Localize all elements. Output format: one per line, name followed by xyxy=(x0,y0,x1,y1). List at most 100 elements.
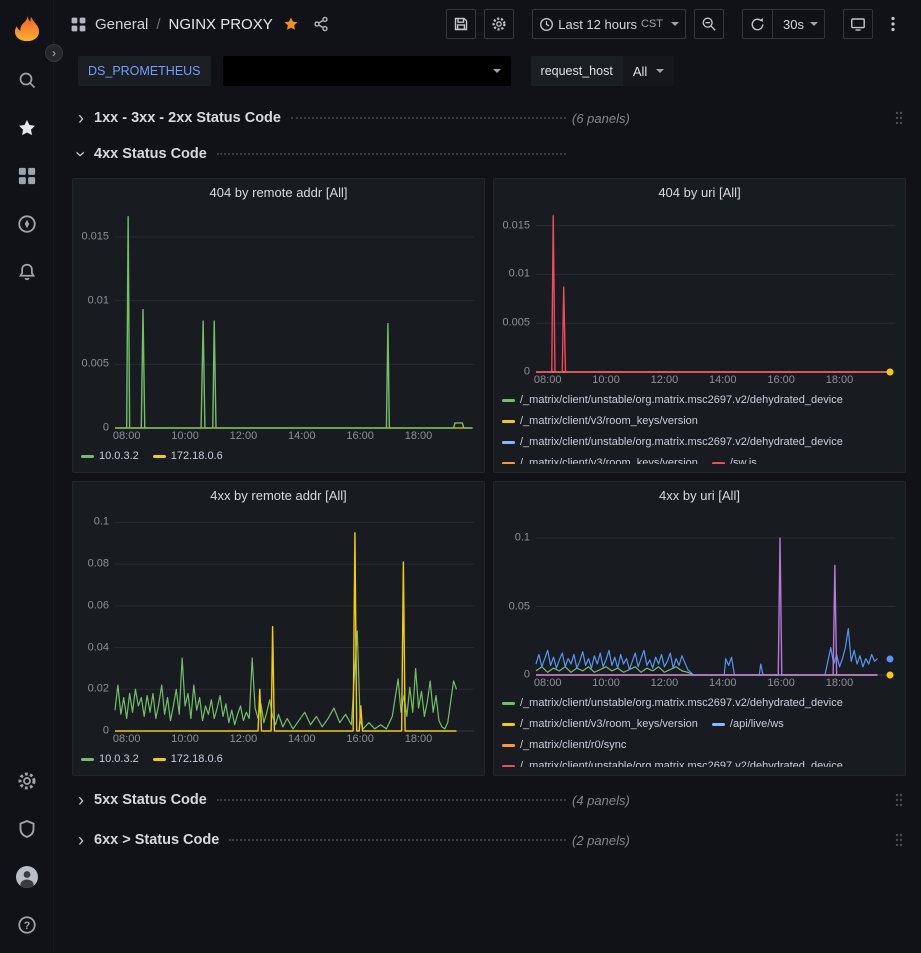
chevron-down-icon xyxy=(671,22,679,26)
sidebar-item-settings[interactable] xyxy=(0,759,53,803)
refresh-controls: 30s xyxy=(742,9,825,39)
datasource-variable-select[interactable] xyxy=(223,56,511,86)
top-toolbar: General / NGINX PROXY xyxy=(54,0,921,48)
chart-canvas[interactable] xyxy=(536,512,895,675)
legend-swatch-icon xyxy=(502,702,515,705)
legend-item[interactable]: /_matrix/client/v3/room_keys/version xyxy=(502,456,698,464)
request-host-variable-select[interactable]: All xyxy=(623,56,674,86)
gear-icon xyxy=(491,16,507,32)
y-axis: 00.020.040.060.080.1 xyxy=(79,512,115,731)
refresh-button[interactable] xyxy=(742,9,772,39)
legend-item[interactable]: /sw.js xyxy=(712,456,757,464)
row-title: 4xx Status Code xyxy=(94,146,207,162)
legend-item[interactable]: 10.0.3.2 xyxy=(81,752,139,767)
sidebar-item-alerting[interactable] xyxy=(0,250,53,294)
tv-mode-button[interactable] xyxy=(843,9,873,39)
time-range-picker[interactable]: Last 12 hours CST xyxy=(532,9,686,39)
legend-item[interactable]: /_matrix/client/unstable/org.matrix.msc2… xyxy=(502,435,843,450)
drag-handle-icon[interactable] xyxy=(892,830,906,850)
sidebar-item-dashboards[interactable] xyxy=(0,154,53,198)
legend-item[interactable]: 172.18.0.6 xyxy=(153,449,223,464)
row-panel-count: (4 panels) xyxy=(572,793,630,808)
legend-item[interactable]: 172.18.0.6 xyxy=(153,752,223,767)
chevron-right-icon: › xyxy=(72,792,90,808)
panel-title[interactable]: 404 by remote addr [All] xyxy=(73,179,484,205)
y-axis-tick: 0.1 xyxy=(515,533,530,544)
legend-item[interactable]: 10.0.3.2 xyxy=(81,449,139,464)
sidebar-item-explore[interactable] xyxy=(0,202,53,246)
expand-sidebar-button[interactable]: › xyxy=(45,44,63,62)
save-dashboard-button[interactable] xyxy=(446,9,476,39)
x-axis-tick: 12:00 xyxy=(230,431,258,442)
y-axis-tick: 0.05 xyxy=(509,601,530,612)
legend-item[interactable]: /api/live/ws xyxy=(712,717,784,732)
legend-item[interactable]: /_matrix/client/unstable/org.matrix.msc2… xyxy=(502,759,843,767)
sidebar-item-home[interactable] xyxy=(12,8,42,48)
y-axis-tick: 0 xyxy=(524,670,530,681)
chart-canvas[interactable] xyxy=(115,209,474,428)
dashboard-settings-button[interactable] xyxy=(484,9,514,39)
panel-title[interactable]: 4xx by uri [All] xyxy=(494,482,905,508)
x-axis-tick: 16:00 xyxy=(346,734,374,745)
share-icon[interactable] xyxy=(313,16,329,32)
sidebar-item-profile[interactable] xyxy=(0,855,53,899)
y-axis: 00.0050.010.015 xyxy=(500,209,536,372)
drag-handle-icon[interactable] xyxy=(892,790,906,810)
panel-404-by-uri: 404 by uri [All] 00.0050.010.015 08:0010… xyxy=(493,178,906,473)
x-axis-tick: 10:00 xyxy=(592,375,620,386)
row-5xx-status-code[interactable]: › 5xx Status Code (4 panels) xyxy=(72,786,906,814)
breadcrumb-section[interactable]: General xyxy=(95,16,148,33)
legend-swatch-icon xyxy=(502,462,515,464)
zoom-out-icon xyxy=(701,16,717,32)
more-options-button[interactable] xyxy=(881,9,905,39)
panel-title[interactable]: 404 by uri [All] xyxy=(494,179,905,205)
legend-swatch-icon xyxy=(81,758,94,761)
legend-label: 172.18.0.6 xyxy=(171,752,223,767)
legend-swatch-icon xyxy=(712,723,725,726)
y-axis-tick: 0.06 xyxy=(88,600,109,611)
legend-item[interactable]: /_matrix/client/v3/room_keys/version xyxy=(502,414,698,429)
legend: 10.0.3.2 172.18.0.6 xyxy=(79,444,474,464)
sidebar-item-starred[interactable] xyxy=(0,106,53,150)
row-1xx-3xx-2xx-status-code[interactable]: › 1xx - 3xx - 2xx Status Code (6 panels) xyxy=(72,104,906,132)
sidebar-item-search[interactable] xyxy=(0,58,53,102)
request-host-variable-label[interactable]: request_host xyxy=(531,56,623,86)
legend-item[interactable]: /_matrix/client/unstable/org.matrix.msc2… xyxy=(502,393,843,408)
search-icon xyxy=(17,70,37,90)
legend-swatch-icon xyxy=(153,758,166,761)
row-title: 5xx Status Code xyxy=(94,792,207,808)
drag-handle-icon[interactable] xyxy=(892,108,906,128)
chevron-down-icon xyxy=(493,69,501,73)
x-axis-tick: 18:00 xyxy=(826,375,854,386)
row-dots xyxy=(291,117,566,119)
legend-label: 10.0.3.2 xyxy=(99,449,139,464)
row-4xx-status-code[interactable]: › 4xx Status Code xyxy=(72,140,906,168)
refresh-interval-dropdown[interactable]: 30s xyxy=(772,9,825,39)
favorite-star-icon[interactable] xyxy=(283,16,299,32)
legend: 10.0.3.2 172.18.0.6 xyxy=(79,747,474,767)
x-axis-tick: 18:00 xyxy=(826,678,854,689)
chart-canvas[interactable] xyxy=(115,512,474,731)
row-header: › 1xx - 3xx - 2xx Status Code xyxy=(72,110,572,126)
timezone-label: CST xyxy=(641,18,663,30)
sidebar-item-help[interactable]: ? xyxy=(0,903,53,947)
legend-item[interactable]: /_matrix/client/v3/room_keys/version xyxy=(502,717,698,732)
legend-item[interactable]: /_matrix/client/unstable/org.matrix.msc2… xyxy=(502,696,843,711)
chart-canvas[interactable] xyxy=(536,209,895,372)
datasource-variable-label[interactable]: DS_PROMETHEUS xyxy=(78,56,211,86)
zoom-out-button[interactable] xyxy=(694,9,724,39)
row-dots xyxy=(229,839,566,841)
gear-icon xyxy=(17,771,37,791)
row-6xx-status-code[interactable]: › 6xx > Status Code (2 panels) xyxy=(72,826,906,854)
clock-icon xyxy=(539,17,554,32)
grafana-logo xyxy=(12,13,42,43)
panel-4xx-by-remote-addr: 4xx by remote addr [All] 00.020.040.060.… xyxy=(72,481,485,776)
legend-item[interactable]: /_matrix/client/r0/sync xyxy=(502,738,626,753)
bell-icon xyxy=(17,262,37,282)
panel-title[interactable]: 4xx by remote addr [All] xyxy=(73,482,484,508)
x-axis-tick: 12:00 xyxy=(651,678,679,689)
x-axis-tick: 10:00 xyxy=(592,678,620,689)
legend-swatch-icon xyxy=(712,462,725,464)
sidebar-item-server-admin[interactable] xyxy=(0,807,53,851)
breadcrumb-dashboard-title[interactable]: NGINX PROXY xyxy=(169,16,273,33)
